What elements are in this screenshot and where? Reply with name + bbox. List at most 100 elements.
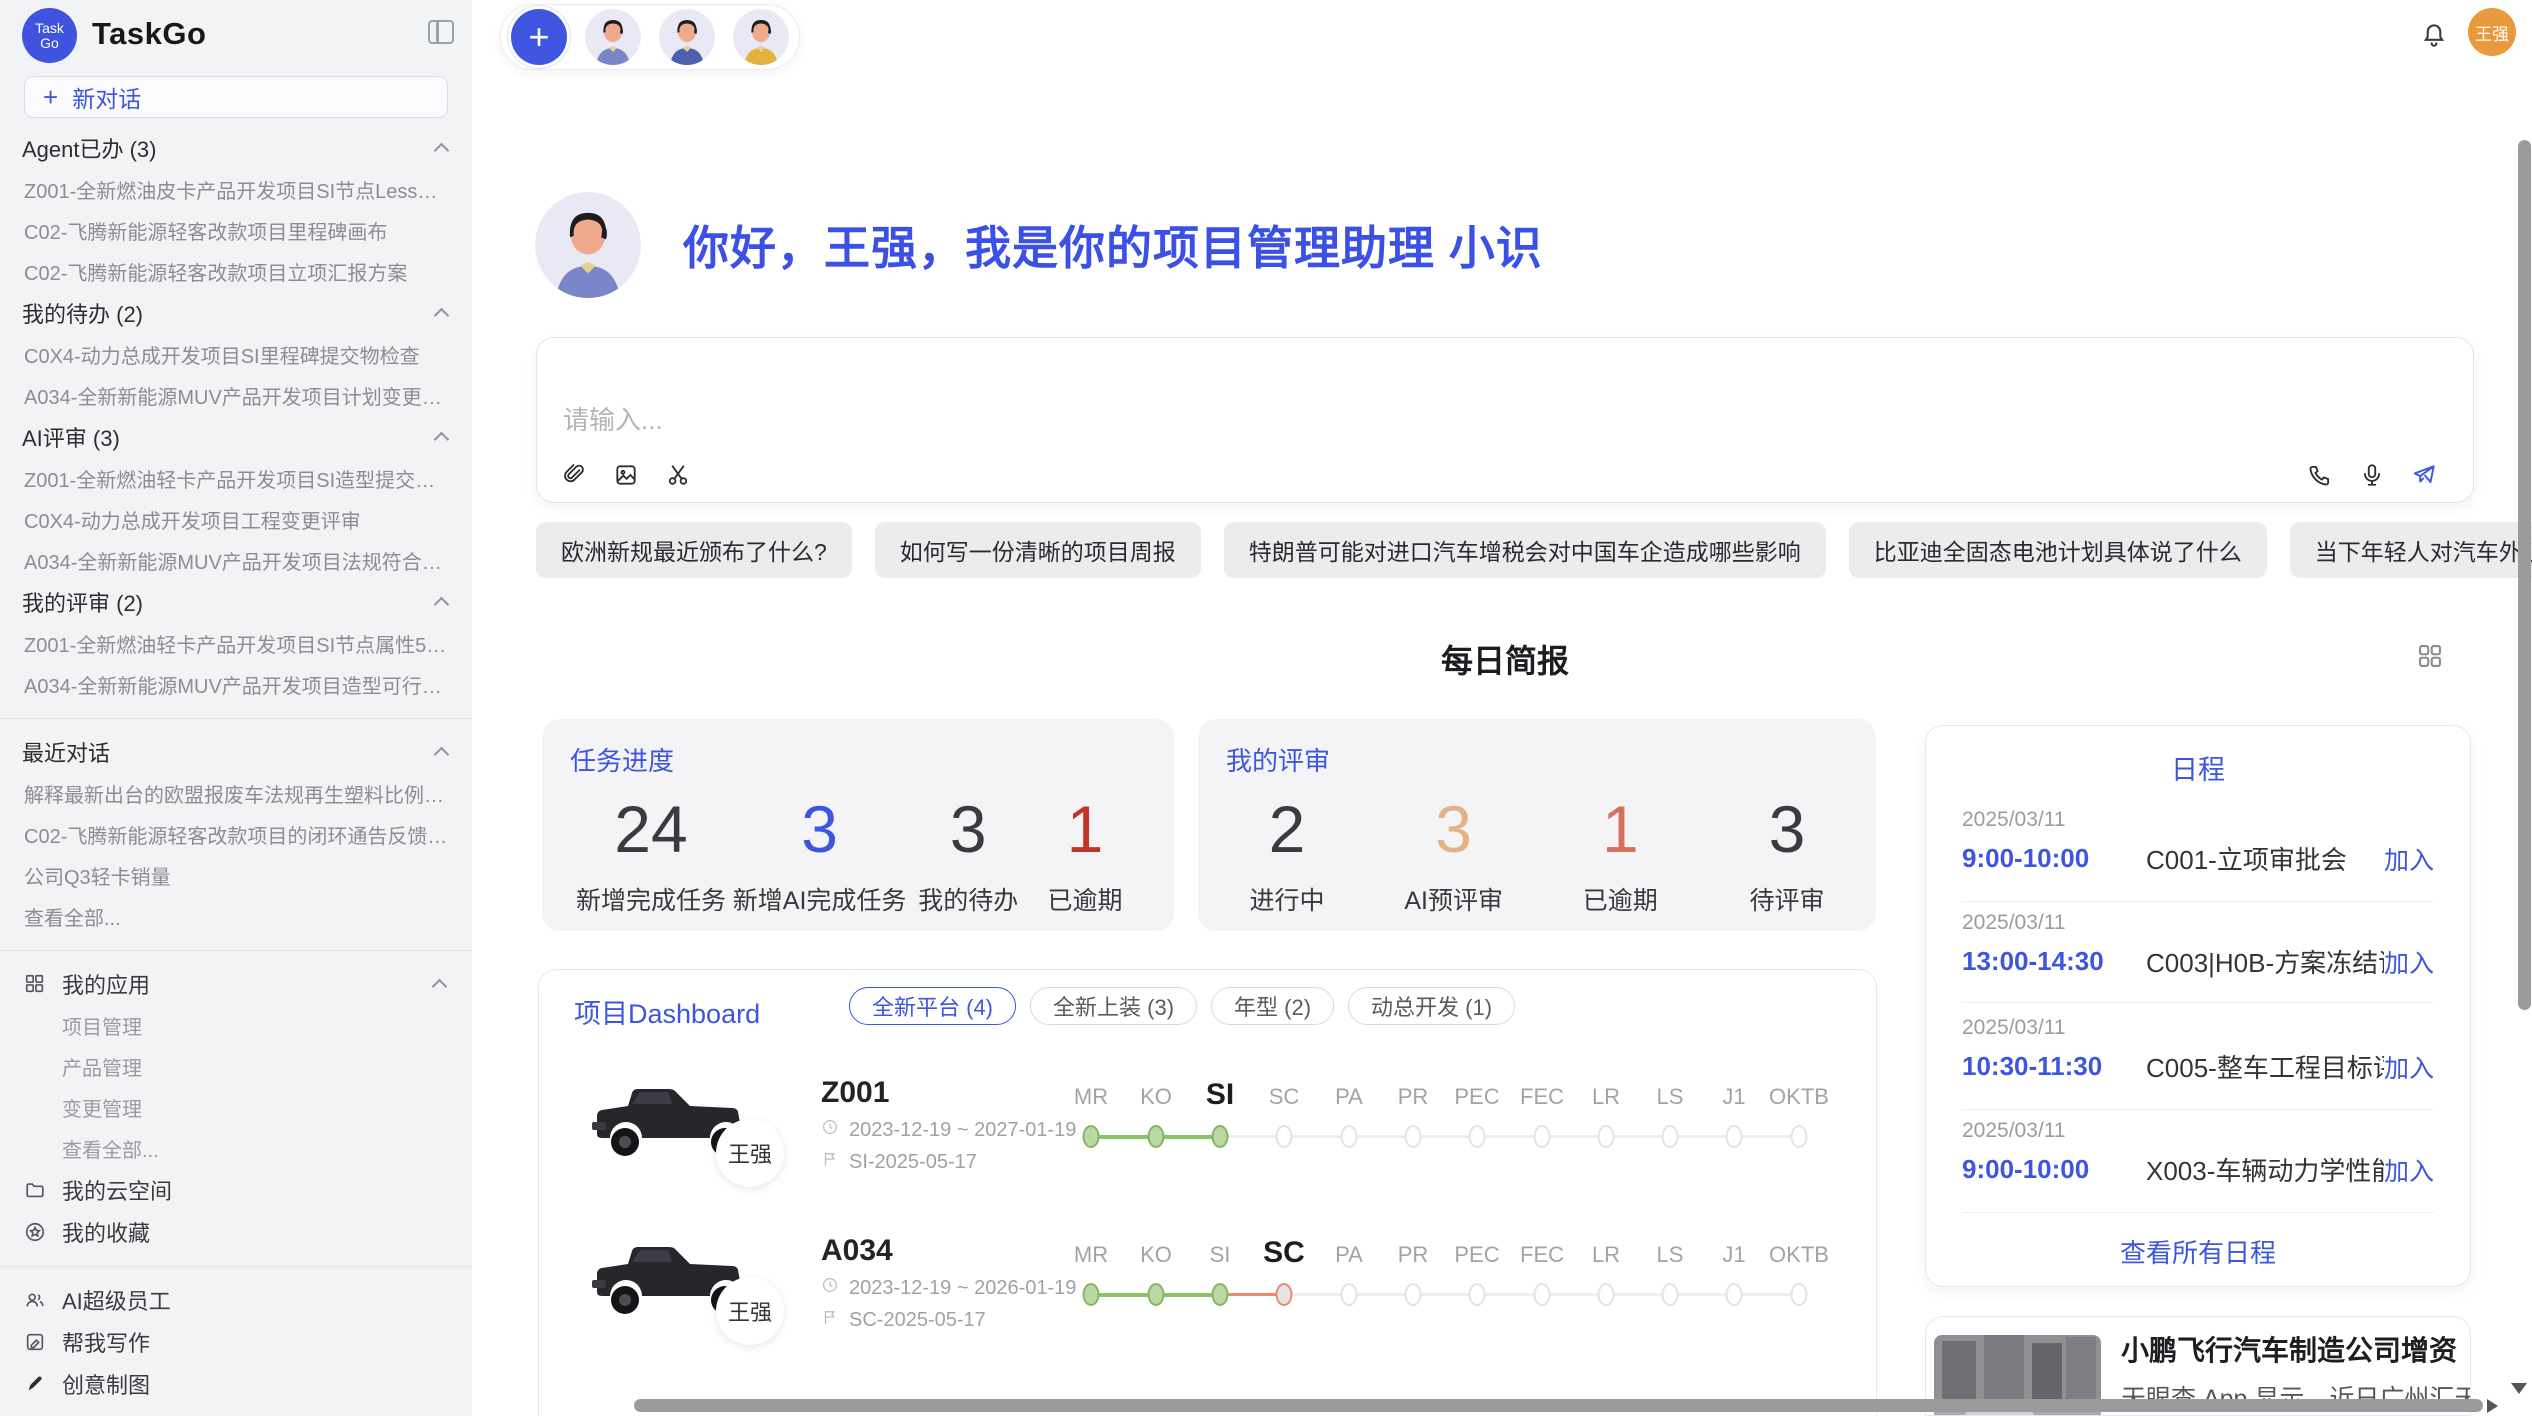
suggestion-chip[interactable]: 欧洲新规最近颁布了什么?: [536, 522, 852, 578]
task-progress-card: 任务进度24新增完成任务3新增AI完成任务3我的待办1已逾期: [542, 719, 1174, 931]
sidebar-item[interactable]: Z001-全新燃油轻卡产品开发项目SI造型提交物评审: [0, 458, 472, 499]
milestone-segment: [1091, 1135, 1156, 1139]
join-button[interactable]: 加入: [2384, 944, 2434, 980]
sidebar-item[interactable]: C02-飞腾新能源轻客改款项目里程碑画布: [0, 210, 472, 251]
scroll-right-arrow-icon[interactable]: [2487, 1399, 2498, 1413]
layout-grid-icon[interactable]: [2416, 642, 2444, 670]
sidebar-item-label: Z001-全新燃油轻卡产品开发项目SI造型提交物评审: [24, 464, 448, 493]
new-chat-button[interactable]: + 新对话: [24, 76, 448, 118]
screenshot-scissors-icon[interactable]: [665, 462, 691, 488]
recent-conversation-item[interactable]: 解释最新出台的欧盟报废车法规再生塑料比例被调至15%...: [0, 773, 472, 814]
stat-item: 3新增AI完成任务: [733, 793, 907, 917]
user-avatar-badge[interactable]: 王强: [2468, 8, 2516, 56]
agent-avatar-2[interactable]: [659, 9, 715, 65]
sidebar-item[interactable]: A034-全新新能源MUV产品开发项目法规符合性评审: [0, 540, 472, 581]
milestone-dot: [1148, 1125, 1165, 1148]
sidebar-item-my-apps[interactable]: 我的应用: [0, 963, 472, 1005]
stat-value: 2: [1269, 793, 1306, 865]
folder-icon: [24, 1179, 46, 1201]
stat-value: 3: [1435, 793, 1472, 865]
dashboard-tab[interactable]: 年型 (2): [1211, 987, 1334, 1025]
schedule-event-title: X003-车辆动力学性能验...: [2112, 1151, 2384, 1188]
sidebar-item[interactable]: C0X4-动力总成开发项目工程变更评审: [0, 499, 472, 540]
section-label: 我的待办 (2): [22, 297, 143, 329]
schedule-event-title: C005-整车工程目标评审: [2112, 1048, 2384, 1085]
sidebar-tool[interactable]: AI超级员工: [0, 1279, 472, 1321]
app-subitem[interactable]: 产品管理: [0, 1046, 472, 1087]
stat-label: 新增AI完成任务: [733, 881, 907, 917]
suggestion-chip[interactable]: 当下年轻人对汽车外观有怎样的喜好趋势: [2290, 522, 2532, 578]
milestone-label: LR: [1592, 1084, 1620, 1110]
dashboard-tab[interactable]: 动总开发 (1): [1348, 987, 1515, 1025]
schedule-entry: 2025/03/1110:30-11:30C005-整车工程目标评审加入: [1926, 1016, 2470, 1085]
milestone-segment: [1477, 1135, 1542, 1138]
recent-conversation-item[interactable]: 查看全部...: [0, 896, 472, 937]
sidebar-section-header[interactable]: 我的待办 (2): [0, 292, 472, 334]
add-agent-button[interactable]: +: [511, 9, 567, 65]
sidebar-header: Task Go TaskGo: [0, 0, 472, 72]
join-button[interactable]: 加入: [2384, 841, 2434, 877]
agent-avatar-1[interactable]: [585, 9, 641, 65]
milestone-segment: [1220, 1135, 1284, 1138]
recent-conversation-label: 解释最新出台的欧盟报废车法规再生塑料比例被调至15%...: [24, 779, 448, 808]
divider: [0, 718, 472, 719]
input-left-icons: [561, 462, 691, 488]
suggestion-chip[interactable]: 比亚迪全固态电池计划具体说了什么: [1849, 522, 2267, 578]
milestone-dot: [1276, 1125, 1293, 1148]
sidebar-section-header[interactable]: 我的评审 (2): [0, 581, 472, 623]
scroll-down-arrow-icon[interactable]: [2511, 1383, 2527, 1394]
attachment-icon[interactable]: [561, 462, 587, 488]
divider: [1962, 1002, 2434, 1003]
stat-value: 1: [1067, 793, 1104, 865]
recent-conversation-item[interactable]: C02-飞腾新能源轻客改款项目的闭环通告反馈情况: [0, 814, 472, 855]
sidebar-item[interactable]: Z001-全新燃油皮卡产品开发项目SI节点Lesson Learn报告: [0, 169, 472, 210]
sidebar-tool[interactable]: 创意制图: [0, 1363, 472, 1405]
dashboard-tab[interactable]: 全新上装 (3): [1030, 987, 1197, 1025]
schedule-entry: 2025/03/119:00-10:00C001-立项审批会加入: [1926, 808, 2470, 877]
sidebar-link[interactable]: 我的云空间: [0, 1169, 472, 1211]
voice-call-icon[interactable]: [2307, 462, 2333, 488]
sidebar-item[interactable]: A034-全新新能源MUV产品开发项目造型可行性评审: [0, 664, 472, 705]
recent-conversation-item[interactable]: 公司Q3轻卡销量: [0, 855, 472, 896]
image-upload-icon[interactable]: [613, 462, 639, 488]
sidebar-item[interactable]: C0X4-动力总成开发项目SI里程碑提交物检查: [0, 334, 472, 375]
milestone-label: J1: [1722, 1242, 1745, 1268]
dashboard-tab[interactable]: 全新平台 (4): [849, 987, 1016, 1025]
sidebar-item[interactable]: C02-飞腾新能源轻客改款项目立项汇报方案: [0, 251, 472, 292]
sidebar-item[interactable]: A034-全新新能源MUV产品开发项目计划变更表编写: [0, 375, 472, 416]
milestone-segment: [1156, 1135, 1220, 1139]
stat-row: 24新增完成任务3新增AI完成任务3我的待办1已逾期: [542, 793, 1174, 917]
app-title: TaskGo: [92, 16, 206, 52]
sidebar-tool-label: AI超级员工: [62, 1284, 171, 1316]
app-subitem[interactable]: 变更管理: [0, 1087, 472, 1128]
sidebar-collapse-icon[interactable]: [428, 20, 454, 44]
suggestion-chip[interactable]: 如何写一份清晰的项目周报: [875, 522, 1201, 578]
sidebar-item-label: C02-飞腾新能源轻客改款项目里程碑画布: [24, 216, 387, 245]
sidebar-section-header-recent[interactable]: 最近对话: [0, 731, 472, 773]
schedule-entry: 2025/03/1113:00-14:30C003|H0B-方案冻结评审加入: [1926, 911, 2470, 980]
join-button[interactable]: 加入: [2384, 1152, 2434, 1188]
owner-name: 王强: [728, 1137, 772, 1169]
agent-avatar-3[interactable]: [733, 9, 789, 65]
sidebar-tool[interactable]: 帮我写作: [0, 1321, 472, 1363]
vertical-scrollbar[interactable]: [2518, 140, 2531, 1010]
sidebar-item[interactable]: Z001-全新燃油轻卡产品开发项目SI节点属性5D文件评审: [0, 623, 472, 664]
sidebar-link[interactable]: 我的收藏: [0, 1211, 472, 1253]
notification-bell-icon[interactable]: [2420, 20, 2448, 50]
microphone-icon[interactable]: [2359, 462, 2385, 488]
app-subitem[interactable]: 项目管理: [0, 1005, 472, 1046]
send-icon[interactable]: [2411, 462, 2437, 488]
project-owner-badge: 王强: [716, 1119, 784, 1187]
milestone-label: PEC: [1454, 1242, 1499, 1268]
suggestion-chip[interactable]: 特朗普可能对进口汽车增税会对中国车企造成哪些影响: [1224, 522, 1826, 578]
milestone-dot: [1148, 1283, 1165, 1306]
milestone-segment: [1156, 1293, 1220, 1297]
horizontal-scrollbar[interactable]: [634, 1399, 2483, 1412]
join-button[interactable]: 加入: [2384, 1049, 2434, 1085]
view-all-schedule-link[interactable]: 查看所有日程: [1926, 1233, 2470, 1270]
sidebar-section-header[interactable]: AI评审 (3): [0, 416, 472, 458]
app-subitem[interactable]: 查看全部...: [0, 1128, 472, 1169]
chat-input-box[interactable]: 请输入...: [536, 337, 2474, 503]
milestone-dot: [1469, 1283, 1486, 1306]
sidebar-section-header[interactable]: Agent已办 (3): [0, 127, 472, 169]
